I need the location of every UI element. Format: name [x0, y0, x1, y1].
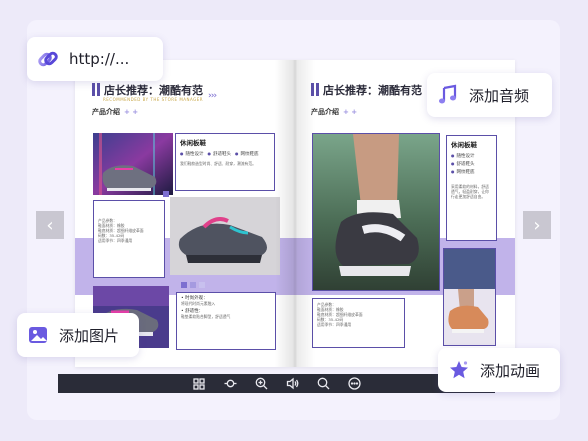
left-intro-text: 产品介绍	[92, 108, 120, 116]
next-page-button[interactable]: ›	[523, 211, 551, 239]
right-card-item: 网纹鞋底	[451, 168, 492, 176]
decor-square	[163, 191, 169, 197]
left-intro: 产品介绍 + +	[92, 108, 139, 116]
decor-square	[190, 282, 196, 288]
right-page-title: 店长推荐：潮酷有范	[311, 82, 422, 98]
left-spec-box: 产品参数： 鞋面材质：橡胶 鞋底材质：超细纤维皮革面 码数：35-42码 适用季…	[93, 200, 165, 278]
decor-square	[181, 282, 187, 288]
left-title-text: 店长推荐：潮酷有范	[104, 84, 203, 97]
left-card-item: 网纹鞋底	[235, 150, 259, 158]
link-chip-label: http://...	[69, 50, 130, 68]
product-photo-5	[443, 248, 496, 346]
feature-line: 鞋垫柔软贴合脚型，舒适透气	[181, 314, 231, 319]
left-bottom-card: • 时尚外观： 将现代时尚元素融入 • 舒适性： 鞋垫柔软贴合脚型，舒适透气	[176, 292, 276, 350]
animation-chip-label: 添加动画	[480, 361, 541, 380]
right-intro: 产品介绍 + +	[311, 108, 358, 116]
right-spec-box: 产品参数： 鞋面材质：橡胶 鞋底材质：超细纤维皮革面 码数：35-42码 适用季…	[312, 298, 405, 348]
decor-square	[199, 282, 205, 288]
right-info-card: 休闲板鞋 随性设计 舒适鞋头 网纹鞋底 采用柔软的材料，舒适透气，轻盈耐穿，让你…	[446, 135, 497, 241]
left-card-title: 休闲板鞋	[180, 139, 206, 147]
right-intro-text: 产品介绍	[311, 108, 339, 116]
prev-page-button[interactable]: ‹	[36, 211, 64, 239]
chevron-left-icon: ‹	[46, 214, 54, 236]
left-card-item: 舒适鞋头	[208, 150, 231, 158]
add-audio-chip[interactable]: 添加音频	[427, 73, 552, 117]
left-card-text: 我们鞋款造型时尚、舒适、耐穿，潮流有范。	[180, 161, 256, 166]
chevron-right-icon: ›	[533, 214, 541, 236]
left-card-item: 随性设计	[180, 150, 204, 158]
product-photo-2	[170, 197, 280, 275]
product-photo-4	[312, 133, 440, 291]
link-icon	[37, 48, 59, 70]
left-page-subtitle: RECOMMENDED BY THE STORE MANAGER	[103, 97, 204, 102]
right-card-item: 舒适鞋头	[451, 160, 492, 168]
left-page-title: 店长推荐：潮酷有范	[92, 82, 203, 98]
book-spine	[275, 60, 315, 367]
audio-chip-label: 添加音频	[469, 86, 530, 105]
zoom-in-icon[interactable]	[253, 375, 270, 392]
add-link-chip[interactable]: http://...	[27, 37, 163, 81]
sound-icon[interactable]	[284, 375, 301, 392]
right-card-text: 采用柔软的材料，舒适透气，轻盈耐穿，让你行走更加舒适自由。	[451, 184, 489, 199]
product-photo-1	[93, 133, 173, 195]
right-card-item: 随性设计	[451, 152, 492, 160]
spec-line: 适用季节：四季通用	[317, 322, 352, 327]
music-icon	[437, 84, 459, 106]
autoplay-icon[interactable]	[222, 375, 239, 392]
add-animation-chip[interactable]: 添加动画	[438, 348, 560, 392]
image-icon	[27, 324, 49, 346]
add-image-chip[interactable]: 添加图片	[17, 313, 139, 357]
spec-line: 适用季节：四季通用	[98, 238, 133, 243]
search-icon[interactable]	[315, 375, 332, 392]
left-info-card: 休闲板鞋 随性设计 舒适鞋头 网纹鞋底 我们鞋款造型时尚、舒适、耐穿，潮流有范。	[175, 133, 275, 191]
grid-icon[interactable]	[191, 375, 208, 392]
feature-line: 将现代时尚元素融入	[181, 301, 216, 306]
viewer-toolbar	[58, 374, 495, 393]
star-icon	[448, 359, 470, 381]
image-chip-label: 添加图片	[59, 326, 120, 345]
more-icon[interactable]	[346, 375, 363, 392]
chevrons-icon: ›››	[208, 91, 217, 101]
right-card-title: 休闲板鞋	[451, 141, 477, 149]
right-title-text: 店长推荐：潮酷有范	[323, 84, 422, 97]
